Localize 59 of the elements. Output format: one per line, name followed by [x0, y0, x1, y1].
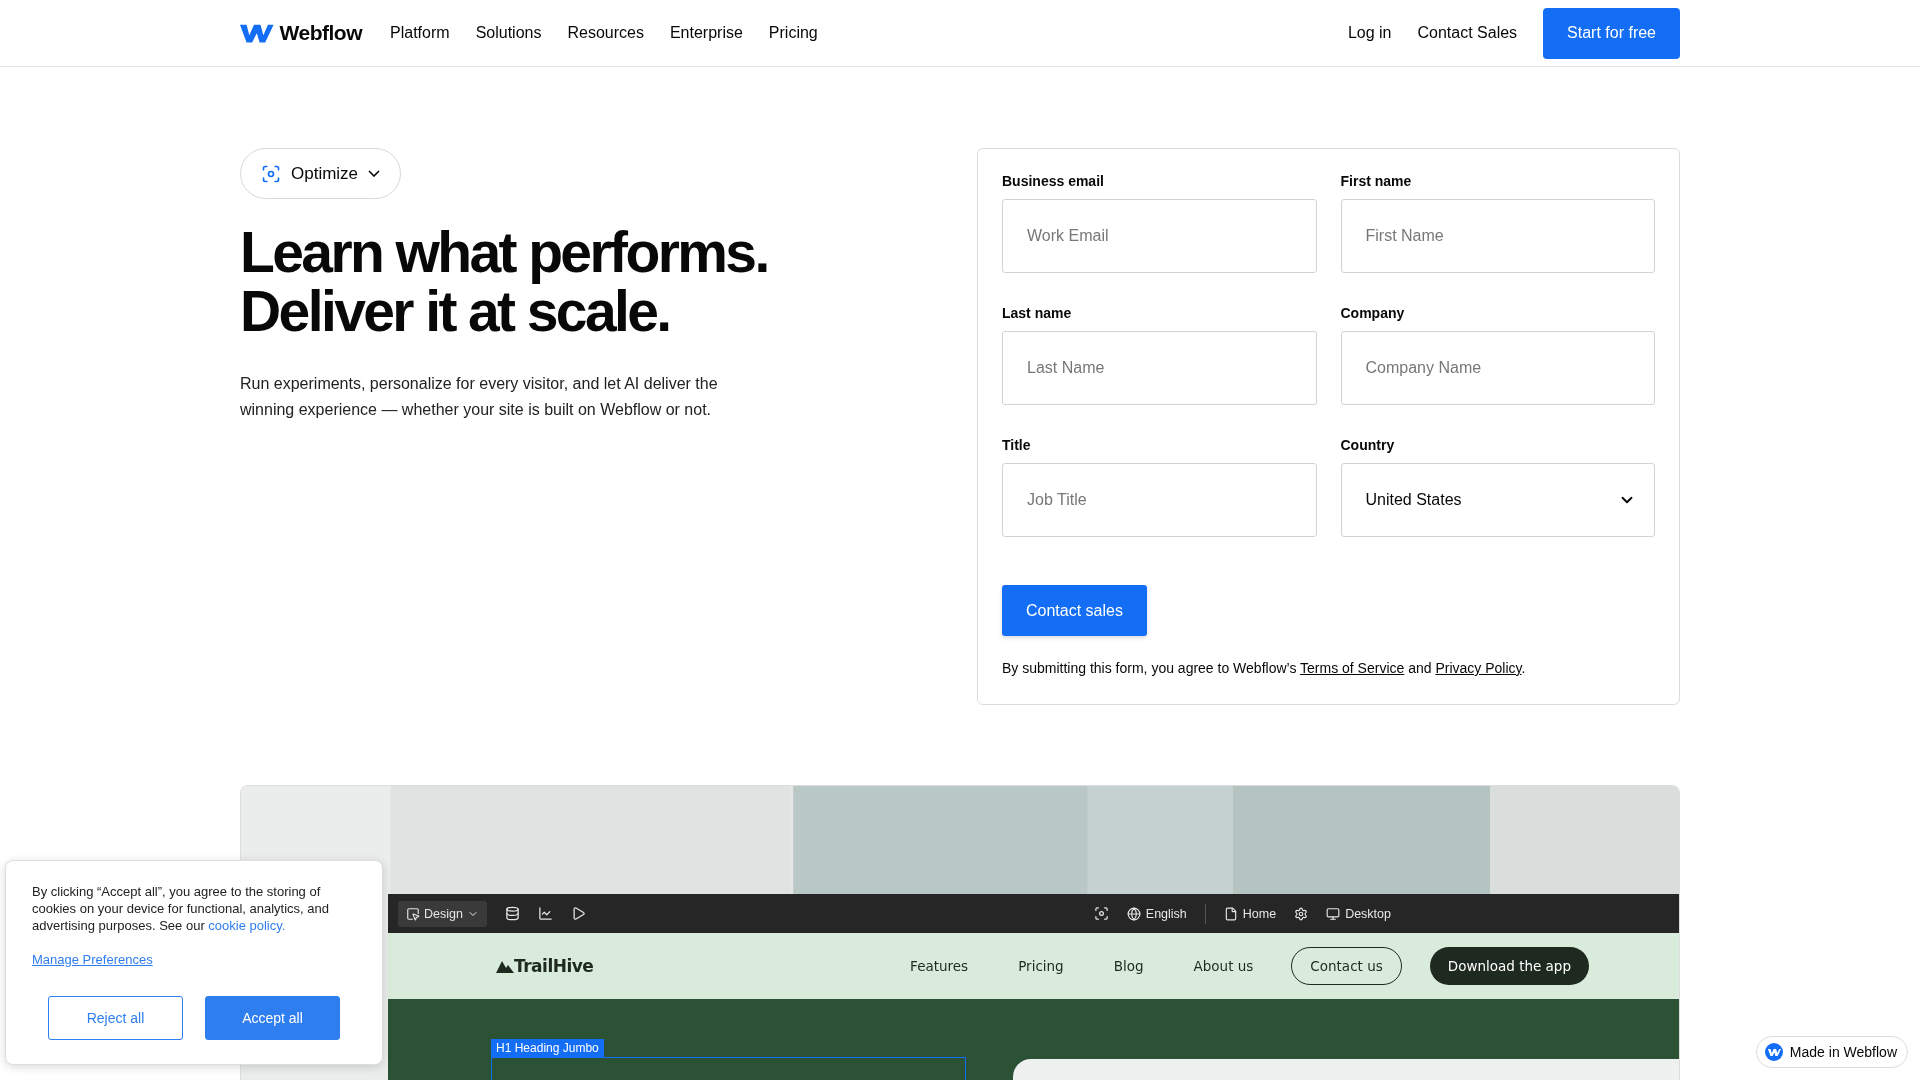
- nav-link[interactable]: Platform: [390, 24, 450, 42]
- field-label: First name: [1340, 173, 1413, 189]
- terms-link[interactable]: Terms of Service: [1300, 660, 1405, 676]
- field-label: Business email: [1002, 173, 1105, 189]
- mode-menu[interactable]: Design: [398, 900, 487, 927]
- cookie-policy-link[interactable]: cookie policy.: [208, 918, 286, 933]
- monitor-icon: [1326, 906, 1341, 921]
- input-field[interactable]: First Name: [1340, 199, 1655, 273]
- play-icon[interactable]: [570, 906, 586, 921]
- field-label: Title: [1002, 437, 1032, 453]
- country-select[interactable]: United States: [1340, 463, 1655, 537]
- selection-tag: H1 Heading Jumbo: [491, 1039, 604, 1057]
- logo-icon: [1764, 1043, 1783, 1061]
- chevron-icon: [368, 170, 381, 177]
- privacy-link[interactable]: Privacy Policy: [1435, 660, 1522, 676]
- site-nav-link[interactable]: About us: [1193, 958, 1254, 974]
- product-dropdown[interactable]: Optimize: [240, 148, 402, 199]
- nav-link[interactable]: Solutions: [475, 24, 542, 42]
- nav-link[interactable]: Pricing: [768, 24, 818, 42]
- manage-preferences-link[interactable]: Manage Preferences: [32, 952, 153, 967]
- site-nav-link[interactable]: Blog: [1113, 958, 1144, 974]
- download-button[interactable]: Download the app: [1429, 947, 1589, 985]
- legal-notice: By submitting this form, you agree to Webflow’s Terms of Service and Privacy Policy.: [1002, 660, 1527, 676]
- accept-button[interactable]: Accept all: [205, 996, 340, 1040]
- reject-button[interactable]: Reject all: [48, 996, 183, 1040]
- settings-icon[interactable]: [1294, 906, 1309, 921]
- breakpoint-menu[interactable]: Desktop: [1326, 906, 1391, 921]
- input-field[interactable]: Company Name: [1340, 331, 1655, 405]
- site-brand: TrailHive: [514, 956, 594, 976]
- field-label: Last name: [1002, 305, 1073, 321]
- input-field[interactable]: Job Title: [1002, 463, 1317, 537]
- logo-icon: [240, 23, 274, 43]
- page-icon: [1223, 906, 1238, 921]
- locale-menu[interactable]: English: [1126, 906, 1187, 921]
- chart-icon[interactable]: [537, 906, 553, 921]
- database-icon[interactable]: [504, 906, 520, 921]
- input-field[interactable]: Last Name: [1002, 331, 1317, 405]
- field-label: Company: [1340, 305, 1406, 321]
- nav-link[interactable]: Log in: [1347, 24, 1392, 42]
- field-label: Country: [1340, 437, 1396, 453]
- page-menu[interactable]: Home: [1223, 906, 1277, 921]
- site-nav-link[interactable]: Pricing: [1018, 958, 1064, 974]
- input-field[interactable]: Work Email: [1002, 199, 1317, 273]
- focus-icon[interactable]: [1093, 906, 1109, 921]
- start-button[interactable]: Start for free: [1543, 7, 1680, 59]
- nav-link[interactable]: Enterprise: [669, 24, 743, 42]
- focus-icon: [261, 163, 281, 184]
- mountain-icon: [496, 959, 514, 973]
- site-nav-link[interactable]: Features: [910, 958, 969, 974]
- globe-icon: [1126, 906, 1141, 921]
- hero-description: Run experiments, personalize for every visitor, and let AI deliver the winning experience — whether your site is built on Webflow or not.: [240, 374, 719, 420]
- contact-sales-button[interactable]: Contact sales: [1002, 585, 1147, 636]
- made-in-webflow-badge[interactable]: Made in Webflow: [1755, 1036, 1908, 1068]
- nav-link[interactable]: Resources: [567, 24, 644, 42]
- cookie-text: By clicking “Accept all”, you agree to the storing of cookies on your device for functional, analytics, and advertising purposes. See our cookie policy.: [32, 883, 330, 934]
- hero-heading: Learn what performs. Deliver it at scale.: [240, 223, 769, 341]
- nav-link[interactable]: Contact Sales: [1417, 24, 1518, 42]
- cursor-icon: [406, 906, 420, 921]
- brand-name[interactable]: Webflow: [279, 21, 363, 45]
